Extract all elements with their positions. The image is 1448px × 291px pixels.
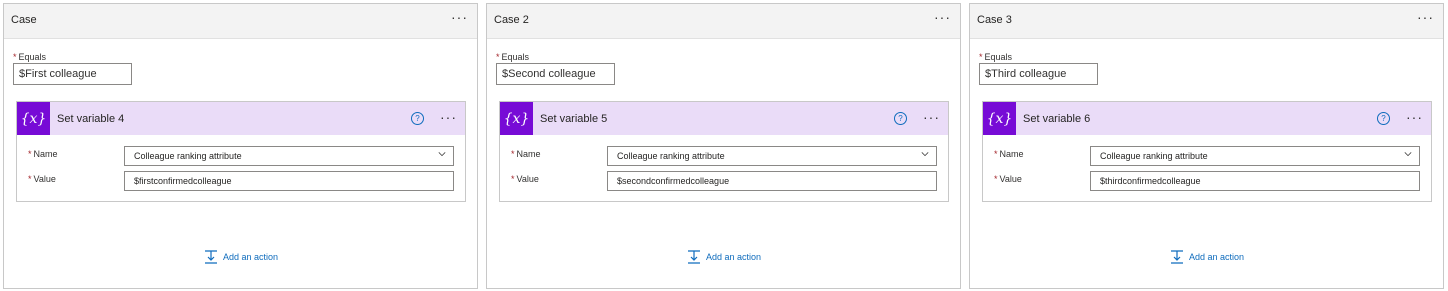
value-label: * Value: [28, 174, 56, 184]
equals-label: * Equals: [496, 52, 530, 62]
case-header[interactable]: Case 3 ···: [970, 4, 1443, 39]
name-value: Colleague ranking attribute: [1100, 151, 1208, 161]
name-dropdown[interactable]: Colleague ranking attribute: [1090, 146, 1420, 166]
help-icon[interactable]: ?: [894, 112, 907, 125]
add-action-label: Add an action: [223, 252, 279, 262]
value-label: * Value: [511, 174, 539, 184]
equals-label: * Equals: [979, 52, 1013, 62]
more-options-icon[interactable]: ···: [451, 10, 468, 24]
more-options-icon[interactable]: ···: [1406, 110, 1423, 124]
value-input[interactable]: $firstconfirmedcolleague: [124, 171, 454, 191]
equals-label: * Equals: [13, 52, 47, 62]
case-header[interactable]: Case 2 ···: [487, 4, 960, 39]
value-input[interactable]: $thirdconfirmedcolleague: [1090, 171, 1420, 191]
action-header[interactable]: {x} Set variable 5 ? ···: [500, 102, 948, 135]
add-action-button[interactable]: Add an action: [204, 250, 278, 264]
action-title: Set variable 5: [540, 113, 608, 125]
name-dropdown[interactable]: Colleague ranking attribute: [124, 146, 454, 166]
action-header[interactable]: {x} Set variable 6 ? ···: [983, 102, 1431, 135]
add-action-label: Add an action: [706, 252, 762, 262]
case-title: Case 2: [494, 14, 529, 26]
case-title: Case 3: [977, 14, 1012, 26]
value-label: * Value: [994, 174, 1022, 184]
name-dropdown[interactable]: Colleague ranking attribute: [607, 146, 937, 166]
action-title: Set variable 6: [1023, 113, 1091, 125]
more-options-icon[interactable]: ···: [923, 110, 940, 124]
more-options-icon[interactable]: ···: [1417, 10, 1434, 24]
equals-input[interactable]: $Second colleague: [496, 63, 615, 85]
action-header[interactable]: {x} Set variable 4 ? ···: [17, 102, 465, 135]
set-variable-action: {x} Set variable 4 ? ··· * Name Colleague…: [16, 101, 466, 202]
chevron-down-icon: [921, 152, 929, 157]
chevron-down-icon: [1404, 152, 1412, 157]
more-options-icon[interactable]: ···: [440, 110, 457, 124]
add-action-label: Add an action: [1189, 252, 1245, 262]
variable-icon: {x}: [17, 102, 50, 135]
add-action-button[interactable]: Add an action: [1170, 250, 1244, 264]
set-variable-action: {x} Set variable 5 ? ··· * Name Colleague…: [499, 101, 949, 202]
equals-input[interactable]: $Third colleague: [979, 63, 1098, 85]
case-card-3: Case 3 ··· * Equals $Third colleague {x} …: [969, 3, 1444, 289]
name-label: * Name: [994, 149, 1024, 159]
chevron-down-icon: [438, 152, 446, 157]
add-action-icon: [205, 250, 217, 264]
name-value: Colleague ranking attribute: [617, 151, 725, 161]
case-card-1: Case ··· * Equals $First colleague {x} Se…: [3, 3, 478, 289]
add-action-icon: [1171, 250, 1183, 264]
name-label: * Name: [28, 149, 58, 159]
help-icon[interactable]: ?: [1377, 112, 1390, 125]
add-action-button[interactable]: Add an action: [687, 250, 761, 264]
more-options-icon[interactable]: ···: [934, 10, 951, 24]
set-variable-action: {x} Set variable 6 ? ··· * Name Colleague…: [982, 101, 1432, 202]
case-card-2: Case 2 ··· * Equals $Second colleague {x}…: [486, 3, 961, 289]
action-title: Set variable 4: [57, 113, 125, 125]
variable-icon: {x}: [500, 102, 533, 135]
equals-input[interactable]: $First colleague: [13, 63, 132, 85]
case-header[interactable]: Case ···: [4, 4, 477, 39]
variable-icon: {x}: [983, 102, 1016, 135]
case-title: Case: [11, 14, 37, 26]
help-icon[interactable]: ?: [411, 112, 424, 125]
value-input[interactable]: $secondconfirmedcolleague: [607, 171, 937, 191]
name-value: Colleague ranking attribute: [134, 151, 242, 161]
name-label: * Name: [511, 149, 541, 159]
add-action-icon: [688, 250, 700, 264]
